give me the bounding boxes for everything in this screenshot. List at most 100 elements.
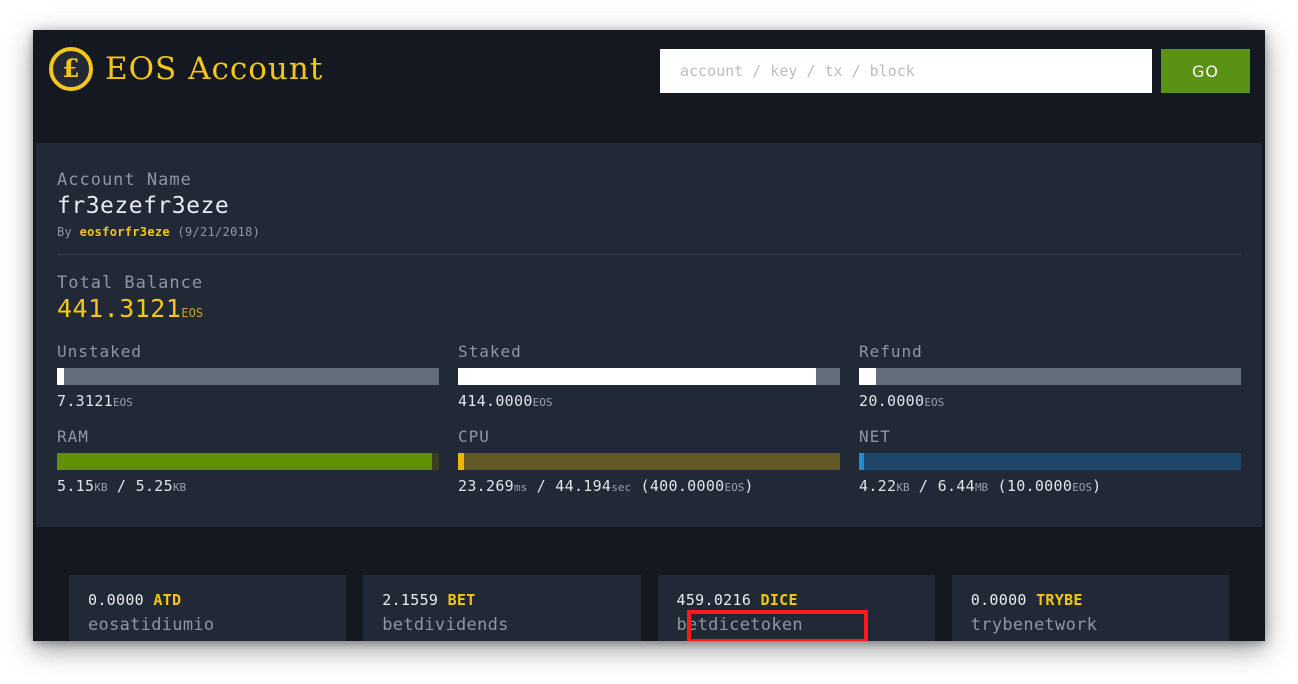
cpu-separator: / — [536, 477, 546, 495]
total-balance-value: 441.3121EOS — [57, 294, 1241, 323]
search-bar: GO — [660, 49, 1250, 93]
resource-cpu-caption: 23.269ms / 44.194sec (400.0000EOS) — [458, 477, 840, 495]
net-stake-value: (10.0000 — [997, 477, 1073, 495]
resource-ram: RAM 5.15KB / 5.25KB — [57, 427, 439, 495]
eos-coin-logo-icon: £ — [49, 47, 93, 91]
resource-ram-bar-fill — [57, 453, 432, 470]
resource-unstaked-caption: 7.3121EOS — [57, 392, 439, 410]
token-contract[interactable]: betdicetoken — [677, 615, 916, 635]
account-overview-card: Account Name fr3ezefr3eze By eosforfr3ez… — [36, 143, 1262, 527]
token-amount: 459.0216 — [676, 591, 752, 609]
section-divider — [57, 254, 1241, 255]
token-amount-row: 0.0000 ATD — [88, 591, 327, 609]
token-amount: 0.0000 — [970, 591, 1027, 609]
net-separator: / — [918, 477, 929, 495]
cpu-stake-unit: EOS — [724, 481, 745, 494]
resource-refund: Refund 20.0000EOS — [859, 342, 1241, 410]
account-name-value: fr3ezefr3eze — [57, 193, 230, 219]
total-balance-label: Total Balance — [57, 273, 204, 293]
total-balance-unit: EOS — [181, 306, 204, 320]
cpu-used-value: 23.269 — [458, 477, 514, 495]
net-total-unit: MB — [974, 481, 989, 494]
resource-net-caption: 4.22KB / 6.44MB (10.0000EOS) — [859, 477, 1241, 495]
resource-cpu-bar — [458, 453, 840, 470]
net-stake-close: ) — [1092, 477, 1102, 495]
token-card[interactable]: 0.0000 ATD eosatidiumio — [69, 575, 347, 641]
resource-cpu: CPU 23.269ms / 44.194sec (400.0000EOS) — [458, 427, 840, 495]
balance-breakdown-row: Unstaked 7.3121EOS Staked 414.0000EOS Re — [57, 342, 1241, 410]
cpu-total-value: 44.194 — [555, 477, 612, 495]
total-balance-block: Total Balance 441.3121EOS — [57, 273, 1241, 323]
creator-prefix: By — [57, 225, 73, 239]
token-symbol: TRYBE — [1036, 591, 1083, 609]
resource-unstaked-bar-fill — [57, 368, 65, 385]
ram-total-unit: KB — [172, 481, 187, 494]
resource-unstaked-bar — [57, 368, 439, 385]
resource-staked-caption: 414.0000EOS — [458, 392, 840, 410]
account-creator-line: By eosforfr3eze (9/21/2018) — [57, 225, 1241, 239]
total-balance-number: 441.3121 — [57, 294, 182, 323]
ram-separator: / — [116, 477, 127, 495]
token-contract[interactable]: eosatidiumio — [88, 615, 327, 635]
resource-net-bar — [859, 453, 1241, 470]
resource-refund-unit: EOS — [924, 396, 945, 409]
resource-net-bar-fill — [859, 453, 864, 470]
resource-net-label: NET — [859, 427, 891, 446]
resource-unstaked-amount: 7.3121 — [57, 392, 113, 410]
account-name-label: Account Name — [57, 170, 192, 190]
resource-staked: Staked 414.0000EOS — [458, 342, 840, 410]
net-used-unit: KB — [896, 481, 910, 494]
token-contract[interactable]: trybenetwork — [971, 615, 1210, 635]
app-window: £ EOS Account GO Account Name fr3ezefr3e… — [33, 30, 1265, 641]
token-amount-row: 459.0216 DICE — [677, 591, 916, 609]
token-balances-row: 0.0000 ATD eosatidiumio 2.1559 BET betdi… — [69, 575, 1229, 641]
token-card[interactable]: 2.1559 BET betdividends — [363, 575, 641, 641]
resource-ram-bar — [57, 453, 439, 470]
token-amount: 2.1559 — [382, 591, 439, 609]
resource-cpu-label: CPU — [458, 427, 490, 446]
resource-usage-row: RAM 5.15KB / 5.25KB CPU 23.269ms / 44.19… — [57, 427, 1241, 495]
net-total-value: 6.44 — [937, 477, 975, 495]
token-symbol: DICE — [760, 591, 798, 609]
token-symbol: BET — [447, 591, 476, 609]
resource-unstaked: Unstaked 7.3121EOS — [57, 342, 439, 410]
search-input[interactable] — [660, 49, 1152, 93]
resource-refund-bar-fill — [859, 368, 877, 385]
cpu-stake-value: (400.0000 — [640, 477, 725, 495]
cpu-stake-close: ) — [744, 477, 754, 495]
net-stake-unit: EOS — [1072, 481, 1093, 494]
token-card[interactable]: 0.0000 TRYBE trybenetwork — [951, 575, 1229, 641]
resource-refund-label: Refund — [859, 342, 923, 361]
token-amount: 0.0000 — [88, 591, 144, 609]
resource-staked-bar-fill — [458, 368, 817, 385]
site-title: EOS Account — [105, 51, 324, 87]
resource-unstaked-label: Unstaked — [57, 342, 143, 361]
resource-ram-caption: 5.15KB / 5.25KB — [57, 477, 439, 495]
resource-refund-amount: 20.0000 — [859, 392, 925, 410]
net-used-value: 4.22 — [859, 477, 897, 495]
creation-date: (9/21/2018) — [177, 225, 261, 239]
cpu-used-unit: ms — [514, 481, 528, 494]
brand[interactable]: £ EOS Account — [49, 47, 323, 91]
resource-unstaked-unit: EOS — [113, 396, 133, 409]
token-card[interactable]: 459.0216 DICE betdicetoken — [657, 575, 935, 641]
ram-total-value: 5.25 — [135, 477, 173, 495]
ram-used-value: 5.15 — [57, 477, 95, 495]
token-contract[interactable]: betdividends — [382, 615, 621, 635]
token-amount-row: 0.0000 TRYBE — [971, 591, 1210, 609]
resource-staked-amount: 414.0000 — [458, 392, 533, 410]
creator-link[interactable]: eosforfr3eze — [80, 225, 170, 239]
resource-staked-bar — [458, 368, 840, 385]
resource-refund-caption: 20.0000EOS — [859, 392, 1241, 410]
resource-cpu-bar-fill — [458, 453, 465, 470]
cpu-total-unit: sec — [611, 481, 632, 494]
token-symbol: ATD — [153, 591, 182, 609]
site-header: £ EOS Account GO — [33, 30, 1265, 140]
token-amount-row: 2.1559 BET — [382, 591, 621, 609]
resource-staked-label: Staked — [458, 342, 522, 361]
go-button[interactable]: GO — [1161, 49, 1250, 93]
ram-used-unit: KB — [94, 481, 108, 494]
resource-staked-unit: EOS — [532, 396, 553, 409]
resource-refund-bar — [859, 368, 1241, 385]
resource-ram-label: RAM — [57, 427, 89, 446]
